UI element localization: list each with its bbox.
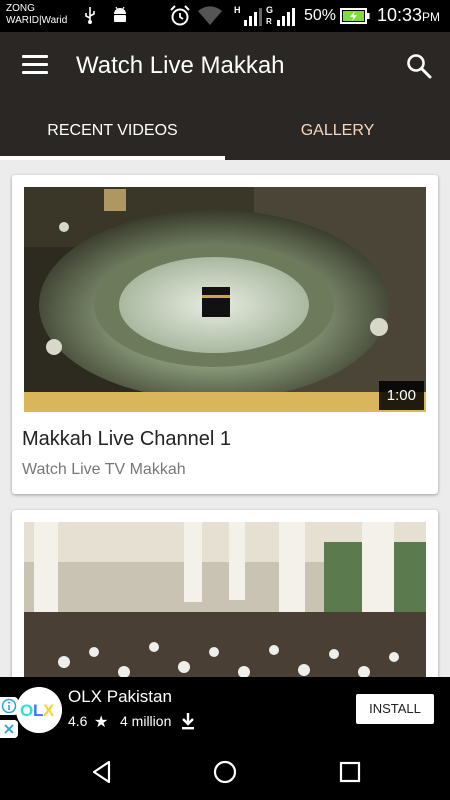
clock: 10:33PM	[377, 5, 440, 26]
video-thumbnail[interactable]	[24, 522, 426, 677]
recents-icon[interactable]	[337, 759, 363, 785]
app-title: Watch Live Makkah	[76, 52, 285, 79]
download-icon	[182, 713, 194, 730]
status-bar: ZONG WARID|Warid H G R 50% 10:33PM	[0, 0, 450, 32]
install-button[interactable]: INSTALL	[356, 694, 434, 724]
usb-icon	[85, 7, 95, 24]
carrier-label: ZONG WARID|Warid	[6, 3, 67, 27]
ad-close-icon[interactable]	[0, 720, 18, 738]
navigation-bar	[0, 743, 450, 800]
svg-text:X: X	[43, 701, 55, 720]
video-card[interactable]: 1:00 Makkah Live Channel 1 Watch Live TV…	[12, 175, 438, 494]
video-subtitle: Watch Live TV Makkah	[22, 461, 186, 478]
clock-time: 10:33	[376, 5, 422, 25]
svg-text:O: O	[20, 701, 33, 720]
carrier-line-2: WARID|Warid	[6, 15, 68, 26]
signal-g-icon: G R	[266, 5, 295, 26]
tab-recent-videos[interactable]: RECENT VIDEOS	[0, 102, 225, 160]
carrier-line-1: ZONG	[6, 3, 35, 14]
battery-percent: 50%	[304, 7, 337, 24]
olx-logo-icon: O L X	[16, 687, 62, 733]
android-debug-icon	[114, 6, 126, 22]
tab-gallery[interactable]: GALLERY	[225, 102, 450, 160]
video-list[interactable]: 1:00 Makkah Live Channel 1 Watch Live TV…	[0, 160, 450, 677]
clock-suffix: PM	[422, 10, 440, 24]
wifi-icon	[198, 6, 222, 26]
svg-text:G: G	[266, 5, 273, 15]
battery-charging-icon	[340, 8, 370, 24]
app-bar: Watch Live Makkah	[0, 32, 450, 102]
ad-installs: 4 million	[120, 713, 172, 729]
alarm-icon	[170, 5, 190, 26]
video-card[interactable]	[12, 510, 438, 677]
video-title: Makkah Live Channel 1	[22, 428, 232, 450]
tab-bar: RECENT VIDEOS GALLERY	[0, 102, 450, 160]
ad-app-name: OLX Pakistan	[68, 687, 172, 706]
svg-text:R: R	[266, 17, 272, 26]
video-thumbnail[interactable]: 1:00	[24, 187, 426, 412]
star-icon: ★	[94, 714, 109, 731]
mosque-crowd-image	[24, 522, 426, 677]
home-icon[interactable]	[212, 759, 238, 785]
svg-text:H: H	[234, 5, 241, 15]
signal-h-icon: H	[234, 5, 262, 26]
video-duration: 1:00	[378, 381, 424, 410]
svg-text:L: L	[33, 701, 43, 720]
back-icon[interactable]	[89, 759, 115, 785]
kaaba-aerial-image	[24, 187, 426, 412]
search-icon[interactable]	[406, 53, 432, 79]
ad-rating: 4.6	[68, 713, 88, 729]
menu-icon[interactable]	[22, 55, 48, 77]
ad-banner[interactable]: O L X OLX Pakistan 4.6 ★ 4 million INSTA…	[0, 677, 450, 743]
